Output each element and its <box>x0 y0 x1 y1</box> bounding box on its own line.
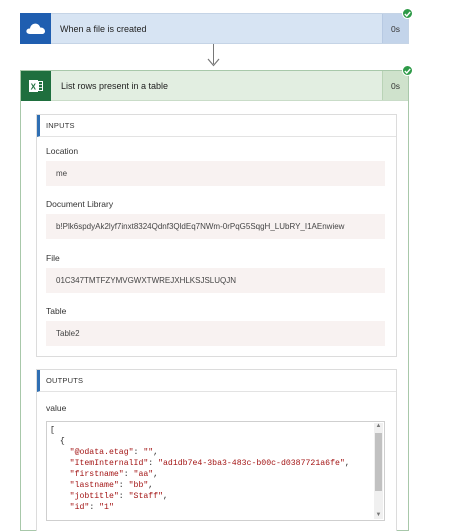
file-label: File <box>46 253 60 263</box>
json-line: "firstname": "aa", <box>69 470 159 479</box>
library-label: Document Library <box>46 199 114 209</box>
scroll-up-icon[interactable]: ▲ <box>375 423 382 430</box>
action-title: List rows present in a table <box>61 80 169 91</box>
json-line: { <box>50 437 65 446</box>
excel-icon: X <box>21 70 51 101</box>
location-label: Location <box>46 146 79 156</box>
outputs-panel: OUTPUTS value [ { "@odata.etag": "", "It… <box>36 369 397 531</box>
library-value: b!Plk6spdyAk2lyf7inxt8324Qdnf3QldEq7NWm-… <box>46 214 385 239</box>
table-label: Table <box>46 306 67 316</box>
json-line: "jobtitle": "Staff", <box>69 492 168 501</box>
success-check-icon <box>402 65 413 76</box>
scroll-down-icon[interactable]: ▼ <box>375 512 382 519</box>
trigger-card[interactable]: When a file is created 0s <box>20 13 409 44</box>
arrow-down-icon <box>207 58 220 67</box>
table-value: Table2 <box>46 321 385 346</box>
output-json-text[interactable]: [ { "@odata.etag": "", "ItemInternalId":… <box>50 425 372 513</box>
json-line: "lastname": "bb", <box>69 481 154 490</box>
scroll-thumb[interactable] <box>375 433 382 491</box>
json-line: [ <box>50 426 55 435</box>
json-line: "ItemInternalId": "ad1db7e4-3ba3-483c-b0… <box>69 459 350 468</box>
trigger-title: When a file is created <box>60 23 147 34</box>
action-card: X List rows present in a table 0s INPUTS… <box>20 70 409 531</box>
svg-text:X: X <box>31 82 37 91</box>
location-value: me <box>46 161 385 186</box>
file-value: 01C347TMTFZYMVGWXTWREJXHLKSJSLUQJN <box>46 268 385 293</box>
outputs-header: OUTPUTS <box>37 370 396 392</box>
value-label: value <box>46 403 67 413</box>
json-line: "id": "1" <box>69 503 114 512</box>
success-check-icon <box>402 8 413 19</box>
action-header[interactable]: X List rows present in a table 0s <box>21 70 408 101</box>
output-scrollbar[interactable]: ▲ ▼ <box>374 423 383 519</box>
onedrive-cloud-icon <box>20 13 51 44</box>
output-json-box[interactable]: [ { "@odata.etag": "", "ItemInternalId":… <box>46 421 385 521</box>
inputs-header: INPUTS <box>37 115 396 137</box>
json-line: "@odata.etag": "", <box>69 448 159 457</box>
inputs-panel: INPUTS Location me Document Library b!Pl… <box>36 114 397 357</box>
